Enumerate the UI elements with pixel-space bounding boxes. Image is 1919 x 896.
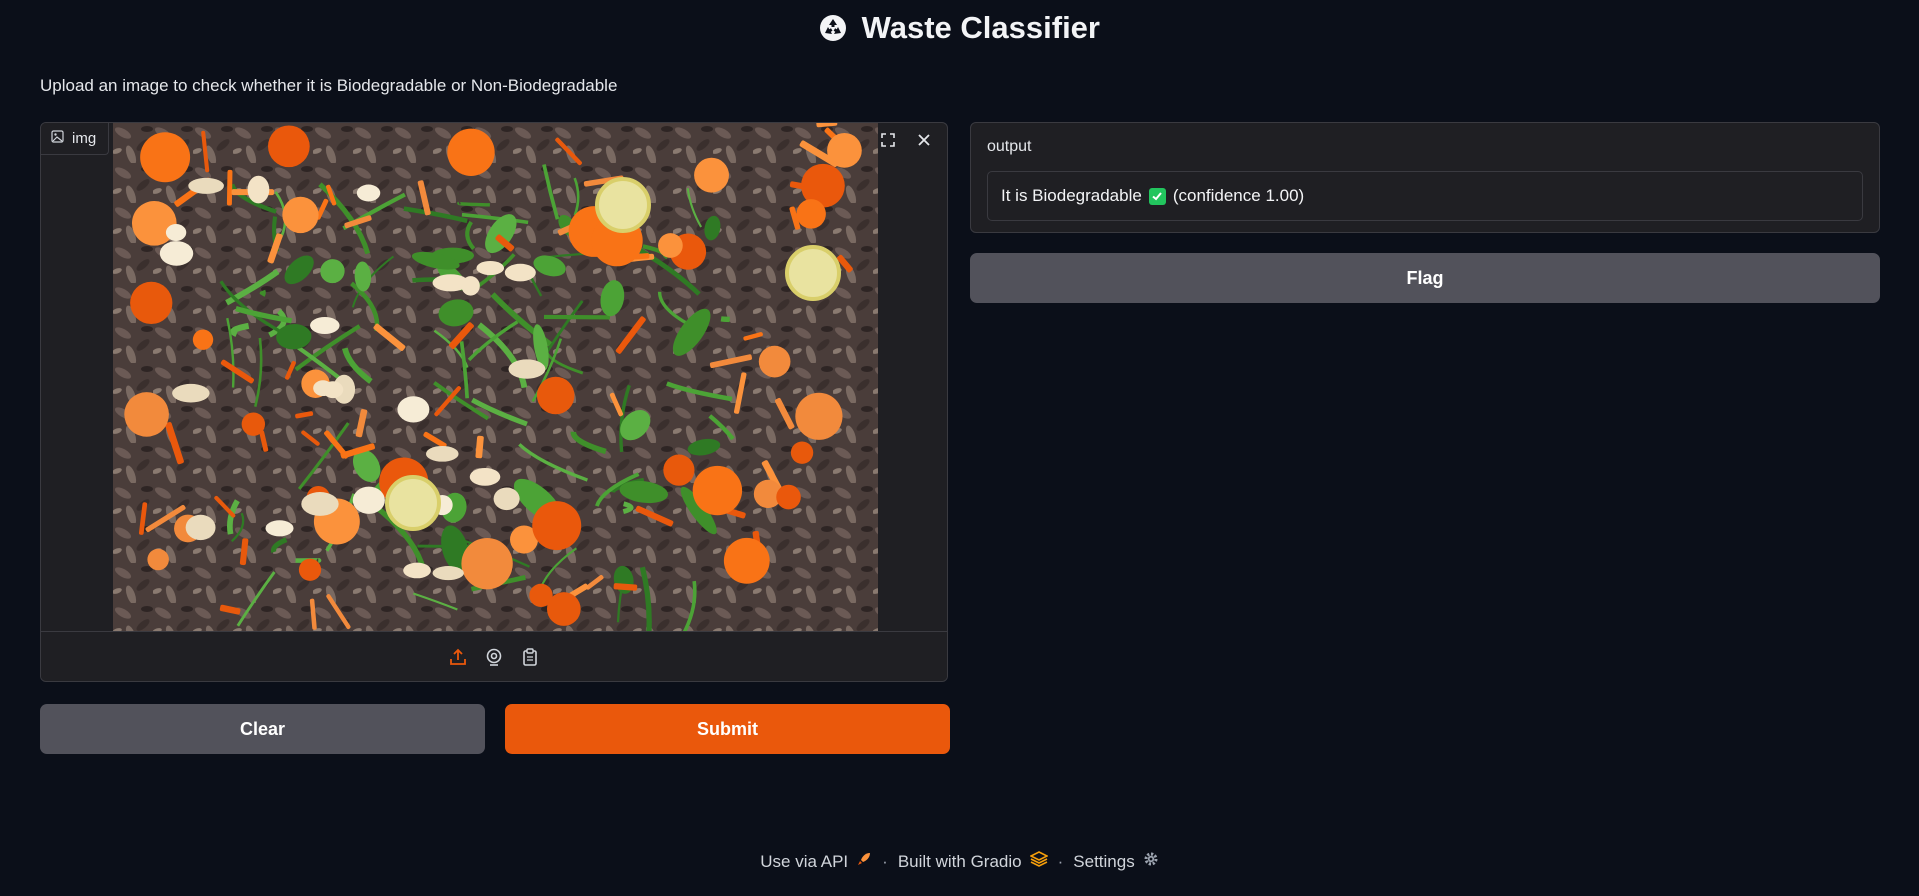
output-text-prefix: It is Biodegradable — [1001, 186, 1142, 205]
webcam-icon[interactable] — [483, 646, 505, 668]
clear-button[interactable]: Clear — [40, 704, 485, 754]
settings-link[interactable]: Settings — [1073, 851, 1158, 872]
checkmark-icon — [1148, 187, 1166, 205]
page-description: Upload an image to check whether it is B… — [40, 76, 618, 95]
upload-icon[interactable] — [447, 646, 469, 668]
fullscreen-icon[interactable] — [875, 127, 901, 153]
close-icon[interactable] — [911, 127, 937, 153]
gradio-logo-icon — [1028, 851, 1049, 872]
uploaded-image — [113, 123, 878, 634]
built-with-gradio-text: Built with Gradio — [897, 851, 1022, 871]
image-input-label: img — [41, 123, 109, 155]
flag-button[interactable]: Flag — [970, 253, 1880, 303]
rocket-icon — [856, 851, 872, 872]
output-text-suffix: (confidence 1.00) — [1172, 186, 1305, 205]
gear-icon — [1143, 851, 1159, 872]
submit-button[interactable]: Submit — [505, 704, 950, 754]
built-with-gradio-link[interactable]: Built with Gradio — [897, 851, 1049, 872]
output-label: output — [987, 138, 1032, 155]
use-via-api-text: Use via API — [760, 851, 849, 871]
footer-separator: · — [882, 851, 888, 871]
image-icon — [51, 130, 64, 147]
page-title: Waste Classifier — [0, 10, 1919, 50]
recycle-icon — [819, 14, 847, 50]
footer-separator: · — [1057, 851, 1064, 871]
settings-text: Settings — [1073, 851, 1135, 871]
image-source-toolbar — [41, 631, 947, 681]
footer: Use via API · Built with Gradio · Settin… — [0, 851, 1919, 872]
page-title-text: Waste Classifier — [861, 10, 1100, 45]
use-via-api-link[interactable]: Use via API — [760, 851, 872, 872]
image-corner-controls — [875, 127, 937, 153]
image-input-panel[interactable]: img — [40, 122, 948, 682]
output-panel: output It is Biodegradable (confidence 1… — [970, 122, 1880, 233]
output-textbox[interactable]: It is Biodegradable (confidence 1.00) — [987, 171, 1863, 221]
clipboard-icon[interactable] — [519, 646, 541, 668]
image-input-label-text: img — [72, 130, 97, 147]
